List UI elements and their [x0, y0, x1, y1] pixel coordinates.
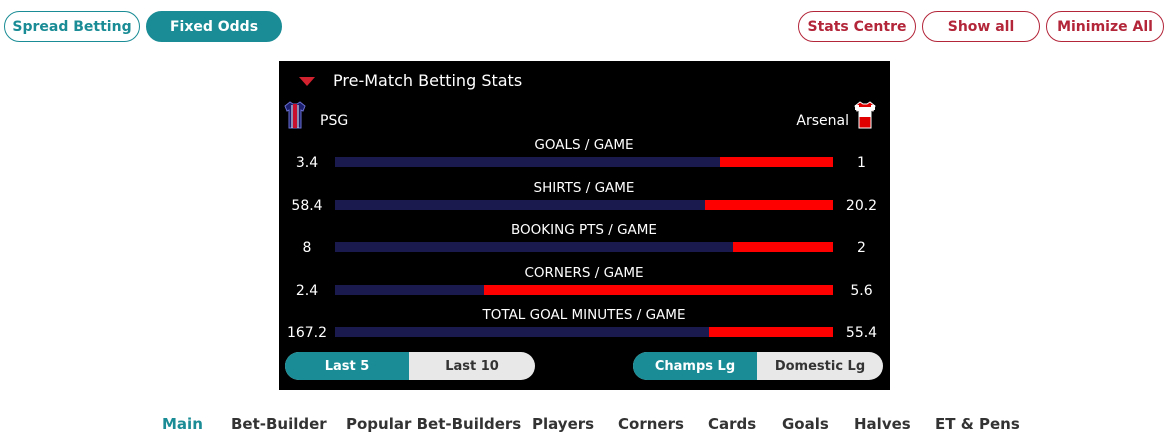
- tab-popular-bet-builders[interactable]: Popular Bet-Builders: [346, 413, 521, 435]
- last-10-option[interactable]: Last 10: [409, 352, 535, 380]
- tab-players[interactable]: Players: [532, 413, 594, 435]
- domestic-lg-option[interactable]: Domestic Lg: [757, 352, 883, 380]
- home-stat-value: 167.2: [286, 325, 328, 341]
- fixed-odds-button[interactable]: Fixed Odds: [146, 11, 282, 42]
- home-bar-fill: [335, 284, 485, 295]
- tab-corners[interactable]: Corners: [618, 413, 684, 435]
- stat-label: BOOKING PTS / GAME: [511, 222, 657, 238]
- caret-down-icon[interactable]: [299, 77, 315, 86]
- home-stat-value: 3.4: [295, 155, 319, 171]
- home-bar-fill: [335, 242, 734, 252]
- tab-goals[interactable]: Goals: [782, 413, 829, 435]
- away-stat-value: 20.2: [845, 197, 878, 214]
- panel-title[interactable]: Pre-Match Betting Stats: [333, 70, 522, 92]
- stat-comparison-bar: [335, 284, 833, 295]
- stat-comparison-bar: [335, 157, 833, 167]
- tab-halves[interactable]: Halves: [854, 413, 911, 435]
- home-bar-fill: [335, 157, 720, 167]
- away-stat-value: 5.6: [850, 282, 873, 299]
- away-stat-value: 2: [857, 240, 866, 256]
- home-stat-value: 8: [302, 240, 312, 256]
- stat-label: GOALS / GAME: [534, 137, 634, 153]
- champs-lg-option[interactable]: Champs Lg: [633, 352, 757, 380]
- home-stat-value: 2.4: [295, 282, 319, 299]
- home-bar-fill: [335, 199, 705, 210]
- stat-comparison-bar: [335, 242, 833, 252]
- away-team-name: Arsenal: [796, 113, 849, 129]
- tab-cards[interactable]: Cards: [708, 413, 756, 435]
- stat-label: TOTAL GOAL MINUTES / GAME: [482, 307, 686, 323]
- tab-bet-builder[interactable]: Bet-Builder: [231, 413, 327, 435]
- spread-betting-button[interactable]: Spread Betting: [4, 11, 140, 42]
- pre-match-stats-panel: Pre-Match Betting Stats PSG Arsenal GOAL…: [279, 61, 890, 390]
- stats-centre-button[interactable]: Stats Centre: [798, 11, 916, 42]
- tab-et-pens[interactable]: ET & Pens: [935, 413, 1020, 435]
- competition-toggle: Champs Lg Domestic Lg: [633, 352, 883, 380]
- show-all-button[interactable]: Show all: [922, 11, 1040, 42]
- away-stat-value: 1: [857, 155, 866, 171]
- range-toggle: Last 5 Last 10: [285, 352, 535, 380]
- market-tabs: Main Bet-Builder Popular Bet-Builders Playe…: [0, 413, 1172, 435]
- arsenal-shirt-icon: [854, 101, 876, 129]
- tab-main[interactable]: Main: [162, 413, 203, 435]
- away-stat-value: 55.4: [845, 325, 878, 341]
- last-5-option[interactable]: Last 5: [285, 352, 409, 380]
- stat-label: SHIRTS / GAME: [533, 179, 635, 196]
- stat-comparison-bar: [335, 199, 833, 210]
- minimize-all-button[interactable]: Minimize All: [1046, 11, 1164, 42]
- home-team-name: PSG: [320, 113, 349, 129]
- stat-comparison-bar: [335, 327, 833, 337]
- home-stat-value: 58.4: [291, 197, 323, 214]
- home-bar-fill: [335, 327, 710, 337]
- stat-label: CORNERS / GAME: [524, 264, 644, 281]
- psg-shirt-icon: [284, 101, 306, 129]
